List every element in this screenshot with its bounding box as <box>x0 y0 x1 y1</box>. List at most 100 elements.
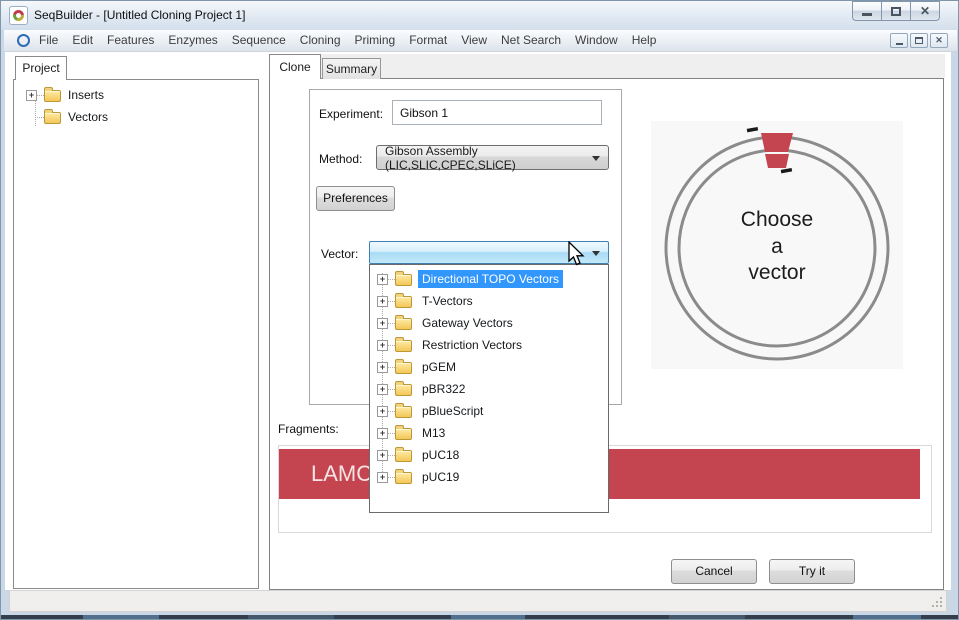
document-icon[interactable] <box>17 34 30 47</box>
tree-connector-stub <box>388 322 395 324</box>
method-selected-value: Gibson Assembly (LIC,SLIC,CPEC,SLiCE) <box>385 143 516 172</box>
title-bar: SeqBuilder - [Untitled Cloning Project 1… <box>1 1 958 30</box>
tree-connector-stub <box>37 116 44 118</box>
seqbuilder-logo-icon <box>13 10 24 21</box>
dropdown-item-label: pGEM <box>422 360 457 374</box>
dropdown-item-directional-topo-vectors[interactable]: + Directional TOPO Vectors <box>370 268 608 290</box>
mdi-restore-button[interactable] <box>910 33 928 48</box>
experiment-input[interactable] <box>392 100 602 125</box>
minimize-button[interactable] <box>852 1 882 21</box>
cancel-button[interactable]: Cancel <box>671 559 757 584</box>
method-label: Method: <box>319 152 363 166</box>
expand-plus-icon[interactable]: + <box>377 405 388 417</box>
dropdown-item-label: pBR322 <box>422 382 466 396</box>
menu-window[interactable]: Window <box>568 30 625 51</box>
menu-format[interactable]: Format <box>402 30 454 51</box>
menu-cloning[interactable]: Cloning <box>293 30 348 51</box>
dropdown-item-label: pUC19 <box>422 470 460 484</box>
menu-enzymes[interactable]: Enzymes <box>161 30 224 51</box>
folder-icon <box>395 403 412 418</box>
tree-item-vectors[interactable]: Vectors <box>26 106 108 128</box>
dropdown-item-pgem[interactable]: + pGEM <box>370 356 608 378</box>
tree-connector-stub <box>388 432 395 434</box>
tab-clone[interactable]: Clone <box>269 54 321 79</box>
dropdown-item-label: pBlueScript <box>422 404 484 418</box>
folder-icon <box>44 109 61 124</box>
expand-plus-icon[interactable]: + <box>377 471 388 483</box>
expand-plus-icon[interactable]: + <box>377 427 388 439</box>
dropdown-item-label: T-Vectors <box>422 294 473 308</box>
plasmid-caption-line1: Choose <box>741 208 813 231</box>
dropdown-item-puc18[interactable]: + pUC18 <box>370 444 608 466</box>
taskbar-item[interactable] <box>248 615 334 619</box>
tree-connector-stub <box>37 94 44 96</box>
tab-project[interactable]: Project <box>15 56 67 80</box>
tree-item-label: Inserts <box>68 88 105 102</box>
method-select[interactable]: Gibson Assembly (LIC,SLIC,CPEC,SLiCE) <box>376 143 609 172</box>
menu-view[interactable]: View <box>454 30 494 51</box>
mdi-close-button[interactable]: ✕ <box>930 33 948 48</box>
taskbar-item[interactable] <box>669 615 745 619</box>
menu-edit[interactable]: Edit <box>65 30 100 51</box>
plasmid-caption-line3: vector <box>748 261 805 284</box>
mdi-minimize-button[interactable] <box>890 33 908 48</box>
vector-dropdown-popup: + Directional TOPO Vectors + T-Vectors + Ga… <box>369 264 609 513</box>
folder-icon <box>395 293 412 308</box>
menu-sequence[interactable]: Sequence <box>225 30 293 51</box>
preferences-button[interactable]: Preferences <box>316 186 395 211</box>
maximize-button[interactable] <box>881 1 911 21</box>
try-it-button[interactable]: Try it <box>769 559 855 584</box>
menu-items: File Edit Features Enzymes Sequence Clon… <box>32 30 663 51</box>
dropdown-item-gateway-vectors[interactable]: + Gateway Vectors <box>370 312 608 334</box>
folder-icon <box>395 425 412 440</box>
menu-file[interactable]: File <box>32 30 65 51</box>
mouse-cursor-icon <box>567 240 587 270</box>
close-icon: ✕ <box>919 4 931 18</box>
dropdown-item-label: pUC18 <box>422 448 460 462</box>
window-controls: ✕ <box>852 1 940 21</box>
expand-plus-icon[interactable]: + <box>377 295 388 307</box>
menu-help[interactable]: Help <box>625 30 664 51</box>
folder-icon <box>395 381 412 396</box>
resize-grip[interactable] <box>940 605 942 607</box>
dropdown-item-puc19[interactable]: + pUC19 <box>370 466 608 488</box>
chevron-down-icon <box>592 250 600 256</box>
tree-connector-stub <box>388 300 395 302</box>
tree-connector-stub <box>388 410 395 412</box>
experiment-label: Experiment: <box>319 107 384 121</box>
menu-priming[interactable]: Priming <box>348 30 403 51</box>
expand-plus-icon[interactable]: + <box>377 317 388 329</box>
tab-summary[interactable]: Summary <box>322 58 381 79</box>
expand-plus-icon[interactable]: + <box>26 89 37 101</box>
dropdown-item-pbr322[interactable]: + pBR322 <box>370 378 608 400</box>
menu-bar: File Edit Features Enzymes Sequence Clon… <box>4 30 957 52</box>
menu-net-search[interactable]: Net Search <box>494 30 568 51</box>
expand-plus-icon[interactable]: + <box>377 273 388 285</box>
dropdown-item-label: Restriction Vectors <box>422 338 523 352</box>
menu-features[interactable]: Features <box>100 30 161 51</box>
minimize-icon <box>862 13 872 16</box>
mdi-window-controls: ✕ <box>888 33 948 48</box>
app-window: SeqBuilder - [Untitled Cloning Project 1… <box>0 0 959 620</box>
expand-plus-icon[interactable]: + <box>377 339 388 351</box>
chevron-down-icon <box>592 155 600 161</box>
taskbar-item[interactable] <box>83 615 159 619</box>
tree-item-inserts[interactable]: + Inserts <box>26 84 108 106</box>
taskbar-item[interactable] <box>853 615 921 619</box>
expand-plus-icon[interactable]: + <box>377 449 388 461</box>
tree-connector-stub <box>388 366 395 368</box>
taskbar-item[interactable] <box>451 615 525 619</box>
expand-plus-icon[interactable]: + <box>377 383 388 395</box>
dropdown-item-restriction-vectors[interactable]: + Restriction Vectors <box>370 334 608 356</box>
window-title: SeqBuilder - [Untitled Cloning Project 1… <box>34 8 246 22</box>
dropdown-item-t-vectors[interactable]: + T-Vectors <box>370 290 608 312</box>
close-button[interactable]: ✕ <box>910 1 940 21</box>
dropdown-item-pbluescript[interactable]: + pBlueScript <box>370 400 608 422</box>
expand-plus-icon[interactable]: + <box>377 361 388 373</box>
folder-icon <box>395 271 412 286</box>
folder-icon <box>395 447 412 462</box>
dropdown-item-m13[interactable]: + M13 <box>370 422 608 444</box>
app-icon <box>9 6 28 25</box>
insert-fragment-outer <box>761 133 793 152</box>
dropdown-item-label: M13 <box>422 426 446 440</box>
